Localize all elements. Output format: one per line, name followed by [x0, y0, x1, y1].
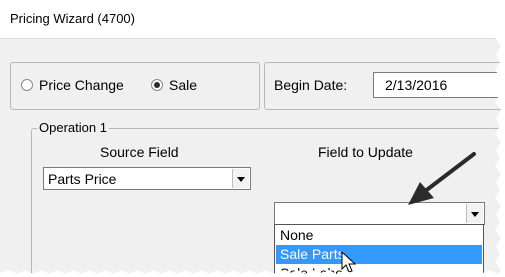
field-to-update-label: Field to Update [318, 144, 413, 160]
begin-date-value: 2/13/2016 [385, 77, 448, 93]
source-field-value: Parts Price [48, 171, 117, 187]
dropdown-option-sale-parts[interactable]: Sale Parts [276, 245, 482, 264]
sale-label[interactable]: Sale [169, 77, 197, 93]
operation-legend: Operation 1 [37, 120, 109, 135]
torn-edge-right [495, 0, 505, 277]
torn-edge-bottom [0, 270, 505, 277]
begin-date-field[interactable]: 2/13/2016 [373, 72, 505, 98]
source-field-dropdown-button[interactable] [232, 169, 249, 188]
sale-radio[interactable] [151, 79, 163, 91]
price-change-radio[interactable] [21, 79, 33, 91]
pricing-wizard-window: Pricing Wizard (4700) Price Change Sale … [0, 0, 505, 277]
sale-radio-selected-dot [154, 82, 160, 88]
title-bar: Pricing Wizard (4700) [0, 0, 505, 39]
annotation-arrow [408, 152, 476, 205]
window-title: Pricing Wizard (4700) [10, 11, 135, 26]
dropdown-option-none[interactable]: None [276, 226, 482, 245]
price-change-label[interactable]: Price Change [39, 77, 124, 93]
source-field-combo[interactable]: Parts Price [43, 167, 251, 190]
chevron-down-icon [237, 177, 245, 182]
begin-date-label: Begin Date: [274, 77, 348, 93]
source-field-label: Source Field [100, 144, 179, 160]
